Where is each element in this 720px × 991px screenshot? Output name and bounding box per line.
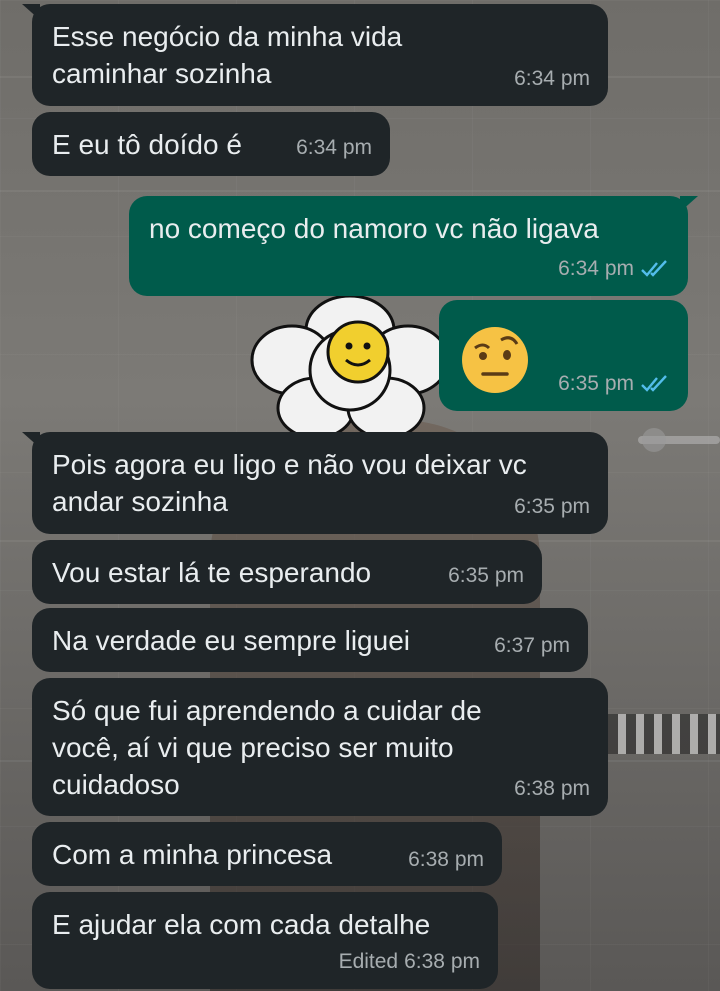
- message-time: 6:37 pm: [494, 634, 570, 657]
- message-time: 6:38 pm: [404, 950, 480, 973]
- bubble-tail: [22, 4, 40, 20]
- tile-line: [0, 190, 720, 192]
- message-bubble-outgoing[interactable]: 6:35 pm: [439, 300, 688, 411]
- message-bubble-incoming[interactable]: Esse negócio da minha vida caminhar sozi…: [22, 4, 608, 106]
- message-bubble-outgoing[interactable]: no começo do namoro vc não ligava 6:34 p…: [129, 196, 698, 296]
- message-text: Pois agora eu ligo e não vou deixar vc a…: [52, 449, 527, 517]
- message-time: 6:34 pm: [296, 136, 372, 159]
- message-text: Esse negócio da minha vida caminhar sozi…: [52, 21, 403, 89]
- message-meta: 6:35 pm: [558, 365, 670, 402]
- message-meta: Edited 6:38 pm: [339, 943, 480, 980]
- message-text: Só que fui aprendendo a cuidar de você, …: [52, 695, 482, 800]
- message-time: 6:35 pm: [514, 495, 590, 518]
- double-check-read-icon: [641, 259, 667, 277]
- message-bubble-incoming[interactable]: E ajudar ela com cada detalhe Edited 6:3…: [32, 892, 498, 989]
- flower-sticker-drawing: [250, 294, 450, 440]
- towel-rail-knob: [642, 428, 666, 452]
- message-bubble-incoming[interactable]: Com a minha princesa 6:38 pm: [32, 822, 502, 886]
- message-time: 6:34 pm: [514, 67, 590, 90]
- message-text: no começo do namoro vc não ligava: [149, 213, 599, 244]
- bubble-tail: [22, 432, 40, 448]
- message-text: E ajudar ela com cada detalhe: [52, 909, 431, 940]
- message-bubble-incoming[interactable]: E eu tô doído é 6:34 pm: [32, 112, 390, 176]
- message-meta: 6:34 pm: [558, 250, 670, 287]
- message-time: 6:35 pm: [448, 564, 524, 587]
- message-time: 6:34 pm: [558, 257, 634, 280]
- face-with-raised-eyebrow-emoji: [462, 327, 528, 393]
- edited-label: Edited: [338, 950, 399, 973]
- decorative-tile-strip: [608, 714, 720, 754]
- message-time: 6:38 pm: [408, 848, 484, 871]
- message-bubble-incoming[interactable]: Vou estar lá te esperando 6:35 pm: [32, 540, 542, 604]
- message-text: Na verdade eu sempre liguei: [52, 625, 410, 656]
- message-time: 6:38 pm: [514, 777, 590, 800]
- message-time: 6:35 pm: [558, 372, 634, 395]
- message-bubble-incoming[interactable]: Só que fui aprendendo a cuidar de você, …: [32, 678, 608, 816]
- bubble-tail: [680, 196, 698, 212]
- double-check-read-icon: [641, 374, 667, 392]
- message-bubble-incoming[interactable]: Pois agora eu ligo e não vou deixar vc a…: [22, 432, 608, 534]
- message-bubble-incoming[interactable]: Na verdade eu sempre liguei 6:37 pm: [32, 608, 588, 672]
